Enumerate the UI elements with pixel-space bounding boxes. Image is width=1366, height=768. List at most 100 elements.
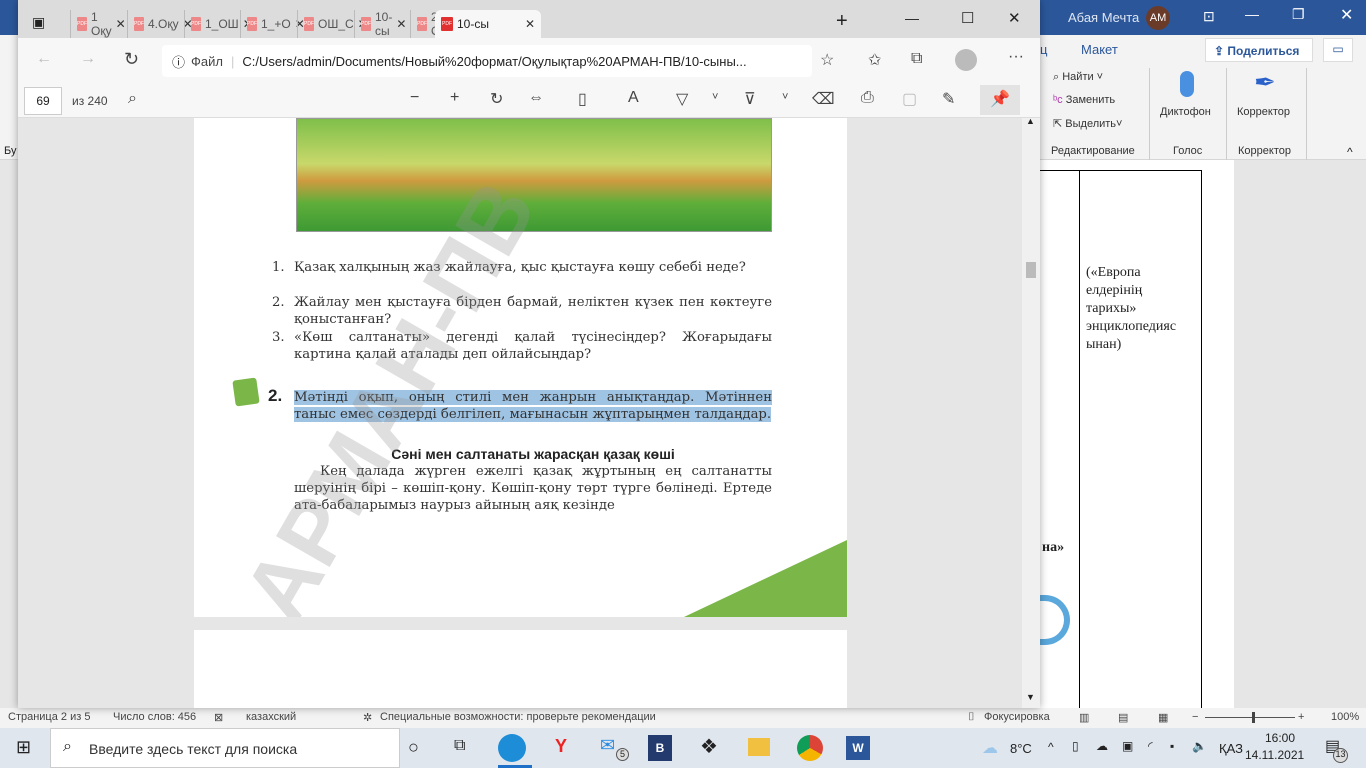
fit-width-icon[interactable]: ⇔ xyxy=(528,89,544,107)
back-button[interactable]: ← xyxy=(36,50,52,68)
task-view-icon[interactable]: ⧉ xyxy=(454,737,465,755)
volume-muted-icon[interactable]: 🔈 xyxy=(1192,739,1207,753)
pdf-scrollbar[interactable]: ▲ ▼ xyxy=(1022,116,1040,708)
edge-icon[interactable] xyxy=(498,734,526,762)
clock-time[interactable]: 16:00 xyxy=(1265,731,1295,745)
word-count[interactable]: Число слов: 456 xyxy=(113,711,196,723)
tab-references[interactable]: ц xyxy=(1040,42,1047,57)
browser-tab[interactable]: PDF 4.Оқу ✕ xyxy=(127,10,193,38)
browser-tab[interactable]: PDF 10-сы ✕ xyxy=(354,10,410,38)
address-bar[interactable]: ⓘ Файл | C:/Users/admin/Documents/Новый%… xyxy=(162,45,812,77)
yandex-browser-icon[interactable]: Y xyxy=(555,736,567,757)
draw-dropdown-icon[interactable]: ˅ xyxy=(712,91,718,103)
proofing-icon[interactable]: ⊠ xyxy=(214,711,223,724)
focus-mode-button[interactable]: Фокусировка xyxy=(984,711,1050,723)
avatar[interactable]: AM xyxy=(1146,6,1170,30)
minimize-button[interactable]: — xyxy=(905,10,919,26)
scroll-thumb[interactable] xyxy=(1026,262,1036,278)
browser-tab[interactable]: PDF1_ОШ✕ xyxy=(184,10,253,38)
zoom-level[interactable]: 100% xyxy=(1331,711,1359,723)
zoom-in-button[interactable]: + xyxy=(1298,711,1304,723)
windows-start-icon[interactable]: ⊞ xyxy=(16,737,31,758)
editor-button[interactable]: Корректор xyxy=(1237,106,1290,118)
zoom-slider-thumb[interactable] xyxy=(1252,712,1255,723)
highlight-icon[interactable]: ⊽ xyxy=(744,89,756,109)
weather-icon[interactable]: ☁ xyxy=(982,738,998,758)
select-button[interactable]: ⇱ Выделить˅ xyxy=(1053,117,1122,130)
dictate-button[interactable]: Диктофон xyxy=(1160,106,1211,118)
save-icon[interactable]: ▢ xyxy=(902,89,917,109)
more-menu-icon[interactable]: ··· xyxy=(1008,48,1024,66)
find-button[interactable]: ⌕ Найти ˅ xyxy=(1053,71,1103,84)
tray-app-icon[interactable]: ▣ xyxy=(1122,739,1133,753)
highlight-dropdown-icon[interactable]: ˅ xyxy=(782,91,788,103)
zoom-out-button[interactable]: − xyxy=(1192,711,1198,723)
collections-icon[interactable]: ⧉ xyxy=(911,50,922,68)
scroll-up-icon[interactable]: ▲ xyxy=(1026,116,1035,126)
close-tab-icon[interactable]: ✕ xyxy=(116,17,126,31)
weather-temp[interactable]: 8°C xyxy=(1010,741,1032,756)
browser-tab[interactable]: PDF 1 Оқу ✕ xyxy=(70,10,126,38)
dropbox-icon[interactable]: ❖ xyxy=(700,734,718,759)
file-explorer-icon[interactable] xyxy=(748,738,770,756)
browser-tab[interactable]: PDFОШ_С✕ xyxy=(297,10,368,38)
word-icon[interactable]: W xyxy=(846,736,870,760)
favorites-icon[interactable]: ✩ xyxy=(868,50,881,70)
close-tab-icon[interactable]: ✕ xyxy=(396,17,406,31)
share-button[interactable]: ⇪ Поделиться xyxy=(1205,38,1313,62)
draw-icon[interactable]: ▽ xyxy=(676,89,688,109)
close-window-button[interactable]: ✕ xyxy=(1008,9,1021,27)
page-count[interactable]: Страница 2 из 5 xyxy=(8,711,90,723)
print-layout-icon[interactable]: ▤ xyxy=(1118,711,1128,724)
replace-button[interactable]: ᵇc Заменить xyxy=(1053,94,1115,106)
scroll-down-icon[interactable]: ▼ xyxy=(1026,692,1035,702)
collapse-ribbon-icon[interactable]: ^ xyxy=(1347,145,1353,159)
rotate-icon[interactable]: ↻ xyxy=(490,89,503,109)
accessibility-status[interactable]: Специальные возможности: проверьте реком… xyxy=(380,711,656,723)
forward-button[interactable]: → xyxy=(80,50,96,68)
wifi-icon[interactable]: ◜ xyxy=(1148,739,1153,753)
browser-tab-active[interactable]: PDF 10-сы ✕ xyxy=(435,10,541,38)
refresh-button[interactable]: ↻ xyxy=(124,49,139,70)
close-tab-icon[interactable]: ✕ xyxy=(525,17,535,31)
minimize-button[interactable]: — xyxy=(1245,6,1259,22)
print-icon[interactable]: ⎙ xyxy=(861,89,874,107)
mail-icon[interactable]: ✉ xyxy=(600,735,615,756)
info-icon[interactable]: ⓘ xyxy=(172,52,185,71)
clock-date[interactable]: 14.11.2021 xyxy=(1245,748,1304,762)
zoom-in-icon[interactable]: + xyxy=(450,89,459,107)
tab-layout[interactable]: Макет xyxy=(1081,42,1118,57)
vk-app-icon[interactable]: B xyxy=(648,735,672,761)
read-mode-icon[interactable]: ▥ xyxy=(1079,711,1089,724)
comments-button[interactable]: ▭ xyxy=(1323,38,1353,62)
onedrive-icon[interactable]: ☁ xyxy=(1096,739,1108,753)
taskbar-search[interactable]: ⌕ Введите здесь текст для поиска xyxy=(50,728,400,768)
add-favorite-icon[interactable]: ☆ xyxy=(820,50,834,70)
ribbon-display-icon[interactable]: ⊡ xyxy=(1203,8,1215,25)
save-as-icon[interactable]: ✎ xyxy=(942,89,955,109)
read-aloud-icon[interactable]: A xyxy=(628,89,639,107)
tray-icon[interactable]: ▯ xyxy=(1072,739,1079,753)
restore-button[interactable]: ❐ xyxy=(1292,6,1305,23)
tab-actions-icon[interactable]: ▣ xyxy=(32,14,45,31)
pin-toolbar-button[interactable]: 📌 xyxy=(980,85,1020,115)
zoom-slider[interactable] xyxy=(1205,717,1295,718)
input-language[interactable]: ҚАЗ xyxy=(1219,741,1243,756)
page-view-icon[interactable]: ▯ xyxy=(578,89,587,109)
microphone-icon[interactable] xyxy=(1180,71,1194,97)
new-tab-button[interactable]: + xyxy=(836,10,848,33)
page-number-input[interactable]: 69 xyxy=(24,87,62,115)
show-hidden-icons[interactable]: ^ xyxy=(1048,740,1054,754)
search-icon[interactable]: ⌕ xyxy=(128,90,137,108)
browser-tab[interactable]: PDF 1_+О ✕ xyxy=(240,10,305,38)
cortana-icon[interactable]: ○ xyxy=(408,737,419,758)
zoom-out-icon[interactable]: − xyxy=(410,89,419,107)
close-button[interactable]: ✕ xyxy=(1340,5,1353,25)
profile-avatar[interactable] xyxy=(955,49,977,71)
eraser-icon[interactable]: ⌫ xyxy=(812,89,835,109)
battery-icon[interactable]: ▪ xyxy=(1170,739,1174,753)
url-text[interactable]: C:/Users/admin/Documents/Новый%20формат/… xyxy=(242,54,746,69)
language-status[interactable]: казахский xyxy=(246,711,296,723)
web-layout-icon[interactable]: ▦ xyxy=(1158,711,1168,724)
maximize-button[interactable]: ☐ xyxy=(961,9,974,27)
